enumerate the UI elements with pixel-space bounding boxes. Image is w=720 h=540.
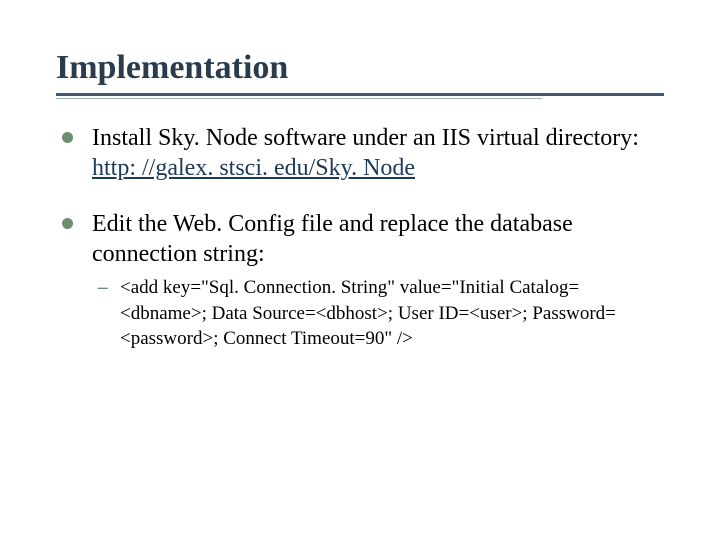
sub-bullet-item: <add key="Sql. Connection. String" value…: [92, 275, 664, 352]
bullet-list: Install Sky. Node software under an IIS …: [56, 123, 664, 352]
sub-bullet-list: <add key="Sql. Connection. String" value…: [92, 275, 664, 352]
sub-bullet-text: <add key="Sql. Connection. String" value…: [120, 277, 616, 349]
title-rule: [56, 93, 664, 99]
slide: Implementation Install Sky. Node softwar…: [0, 0, 720, 540]
bullet-item: Edit the Web. Config file and replace th…: [56, 209, 664, 352]
bullet-item: Install Sky. Node software under an IIS …: [56, 123, 664, 183]
slide-title: Implementation: [56, 48, 664, 87]
bullet-link[interactable]: http: //galex. stsci. edu/Sky. Node: [92, 155, 415, 181]
bullet-text: Edit the Web. Config file and replace th…: [92, 211, 573, 267]
bullet-text: Install Sky. Node software under an IIS …: [92, 125, 639, 151]
